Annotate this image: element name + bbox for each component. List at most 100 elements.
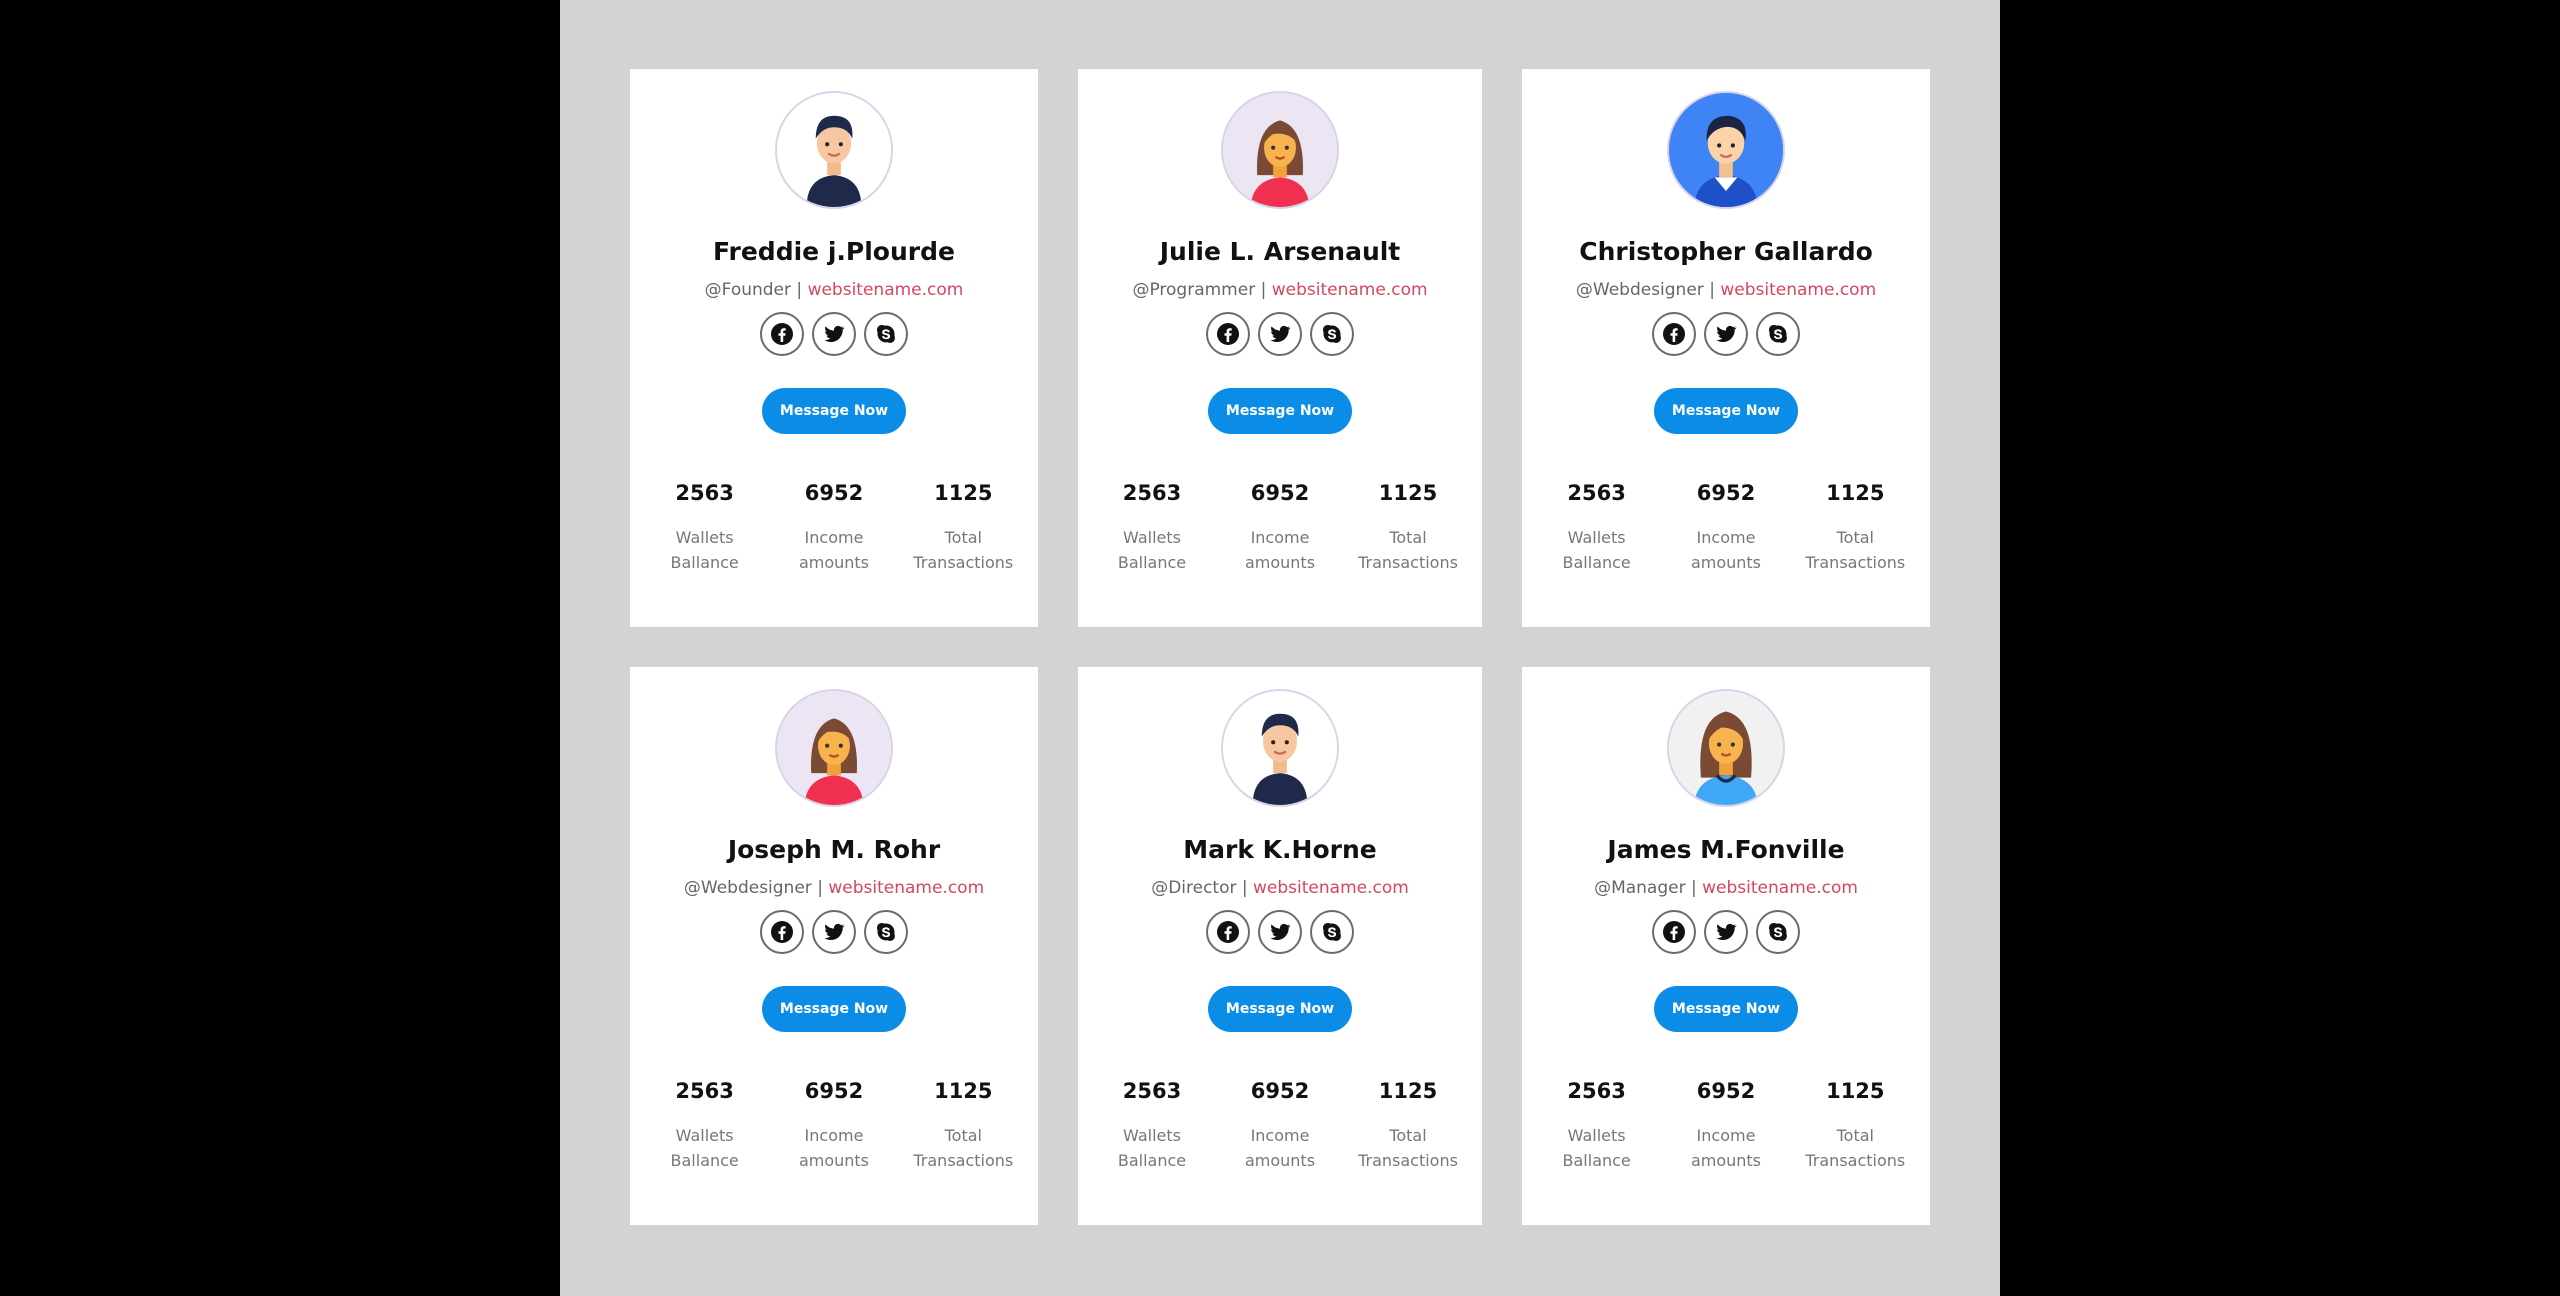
stat-label-line: Income: [804, 1126, 864, 1145]
stat-label: Wallets Ballance: [1537, 1123, 1657, 1173]
man-dark-hair-avatar-icon: [1223, 691, 1337, 805]
stat-total-transactions: 1125 Total Transactions: [1348, 1079, 1468, 1173]
profile-name: James M.Fonville: [1607, 835, 1845, 864]
profile-role: @Director | websitename.com: [1078, 878, 1482, 898]
stat-label-line: Income: [1250, 528, 1310, 547]
stat-income-amounts: 6952 Income amounts: [1666, 1079, 1786, 1173]
facebook-button[interactable]: [1652, 312, 1696, 356]
profile-stats: 2563 Wallets Ballance 6952 Income amounts …: [1078, 481, 1482, 575]
profile-handle: @Founder: [704, 280, 792, 300]
website-link[interactable]: websitename.com: [1702, 878, 1858, 898]
stat-value: 1125: [934, 481, 993, 505]
message-now-button[interactable]: Message Now: [1208, 986, 1352, 1032]
profile-name: Christopher Gallardo: [1579, 237, 1873, 266]
facebook-icon: [771, 323, 793, 345]
skype-icon: [1323, 325, 1341, 343]
stat-label-line: amounts: [1690, 1151, 1762, 1170]
facebook-button[interactable]: [1206, 312, 1250, 356]
website-link[interactable]: websitename.com: [1720, 280, 1876, 300]
profile-card: Joseph M. Rohr @Webdesigner | websitenam…: [630, 667, 1038, 1225]
stat-value: 1125: [1378, 481, 1438, 505]
twitter-icon: [1716, 923, 1737, 940]
skype-button[interactable]: [1310, 312, 1354, 356]
facebook-button[interactable]: [760, 312, 804, 356]
social-links: [1078, 910, 1482, 954]
avatar: [1221, 689, 1339, 807]
skype-button[interactable]: [864, 910, 908, 954]
stat-label-line: Ballance: [670, 553, 739, 572]
stat-label-line: Ballance: [670, 1151, 739, 1170]
stat-label-line: Income: [804, 528, 864, 547]
profile-role: @Programmer | websitename.com: [1078, 280, 1482, 300]
woman-red-shirt-avatar-icon: [777, 691, 891, 805]
stat-label: Total Transactions: [903, 1123, 1023, 1173]
social-links: [1522, 312, 1930, 356]
profile-name: Joseph M. Rohr: [727, 835, 941, 864]
twitter-button[interactable]: [1704, 910, 1748, 954]
stat-value: 6952: [1696, 481, 1756, 505]
profile-name: Julie L. Arsenault: [1159, 237, 1401, 266]
stat-label: Income amounts: [1666, 1123, 1786, 1173]
facebook-button[interactable]: [1206, 910, 1250, 954]
stat-label: Wallets Ballance: [1092, 525, 1212, 575]
stat-label-line: Total: [1389, 1126, 1427, 1145]
stat-label-line: Wallets: [1123, 528, 1181, 547]
role-separator: |: [1255, 280, 1272, 300]
stat-total-transactions: 1125 Total Transactions: [903, 481, 1023, 575]
skype-icon: [877, 923, 895, 941]
profile-role: @Webdesigner | websitename.com: [1522, 280, 1930, 300]
twitter-icon: [824, 923, 845, 940]
website-link[interactable]: websitename.com: [828, 878, 984, 898]
avatar: [1667, 689, 1785, 807]
stat-label-line: amounts: [798, 553, 870, 572]
skype-button[interactable]: [1756, 312, 1800, 356]
profile-role: @Founder | websitename.com: [630, 280, 1038, 300]
message-now-button[interactable]: Message Now: [1654, 388, 1798, 434]
profile-stats: 2563 Wallets Ballance 6952 Income amounts …: [630, 1079, 1038, 1173]
stat-value: 1125: [1378, 1079, 1438, 1103]
stat-value: 6952: [1250, 481, 1310, 505]
profile-card: Christopher Gallardo @Webdesigner | webs…: [1522, 69, 1930, 627]
stat-label: Wallets Ballance: [645, 525, 765, 575]
stat-value: 6952: [804, 1079, 864, 1103]
stat-label: Total Transactions: [1348, 525, 1468, 575]
website-link[interactable]: websitename.com: [1253, 878, 1409, 898]
stat-label-line: Total: [1836, 528, 1874, 547]
stat-label: Wallets Ballance: [1537, 525, 1657, 575]
skype-button[interactable]: [1310, 910, 1354, 954]
message-now-button[interactable]: Message Now: [1654, 986, 1798, 1032]
facebook-button[interactable]: [1652, 910, 1696, 954]
skype-button[interactable]: [864, 312, 908, 356]
stat-income-amounts: 6952 Income amounts: [1666, 481, 1786, 575]
page-content: Freddie j.Plourde @Founder | websitename…: [560, 0, 2000, 1296]
twitter-icon: [1270, 325, 1291, 342]
message-now-button[interactable]: Message Now: [1208, 388, 1352, 434]
twitter-button[interactable]: [812, 910, 856, 954]
website-link[interactable]: websitename.com: [808, 280, 964, 300]
twitter-button[interactable]: [1258, 910, 1302, 954]
facebook-icon: [1217, 323, 1239, 345]
profile-card: Mark K.Horne @Director | websitename.com…: [1078, 667, 1482, 1225]
message-now-button[interactable]: Message Now: [762, 986, 906, 1032]
twitter-button[interactable]: [1258, 312, 1302, 356]
twitter-button[interactable]: [1704, 312, 1748, 356]
website-link[interactable]: websitename.com: [1272, 280, 1428, 300]
stat-label-line: Transactions: [1358, 553, 1458, 572]
message-now-button[interactable]: Message Now: [762, 388, 906, 434]
facebook-icon: [1217, 921, 1239, 943]
profile-handle: @Director: [1151, 878, 1237, 898]
profile-stats: 2563 Wallets Ballance 6952 Income amounts …: [1078, 1079, 1482, 1173]
avatar: [1221, 91, 1339, 209]
profile-name: Freddie j.Plourde: [713, 237, 955, 266]
stat-value: 2563: [1122, 481, 1182, 505]
stat-label-line: Total: [944, 528, 982, 547]
skype-button[interactable]: [1756, 910, 1800, 954]
stat-value: 6952: [1696, 1079, 1756, 1103]
facebook-button[interactable]: [760, 910, 804, 954]
stat-label-line: Income: [1696, 1126, 1756, 1145]
twitter-button[interactable]: [812, 312, 856, 356]
stat-label-line: Total: [944, 1126, 982, 1145]
stat-label: Total Transactions: [1348, 1123, 1468, 1173]
profile-handle: @Manager: [1594, 878, 1686, 898]
profile-name: Mark K.Horne: [1183, 835, 1377, 864]
